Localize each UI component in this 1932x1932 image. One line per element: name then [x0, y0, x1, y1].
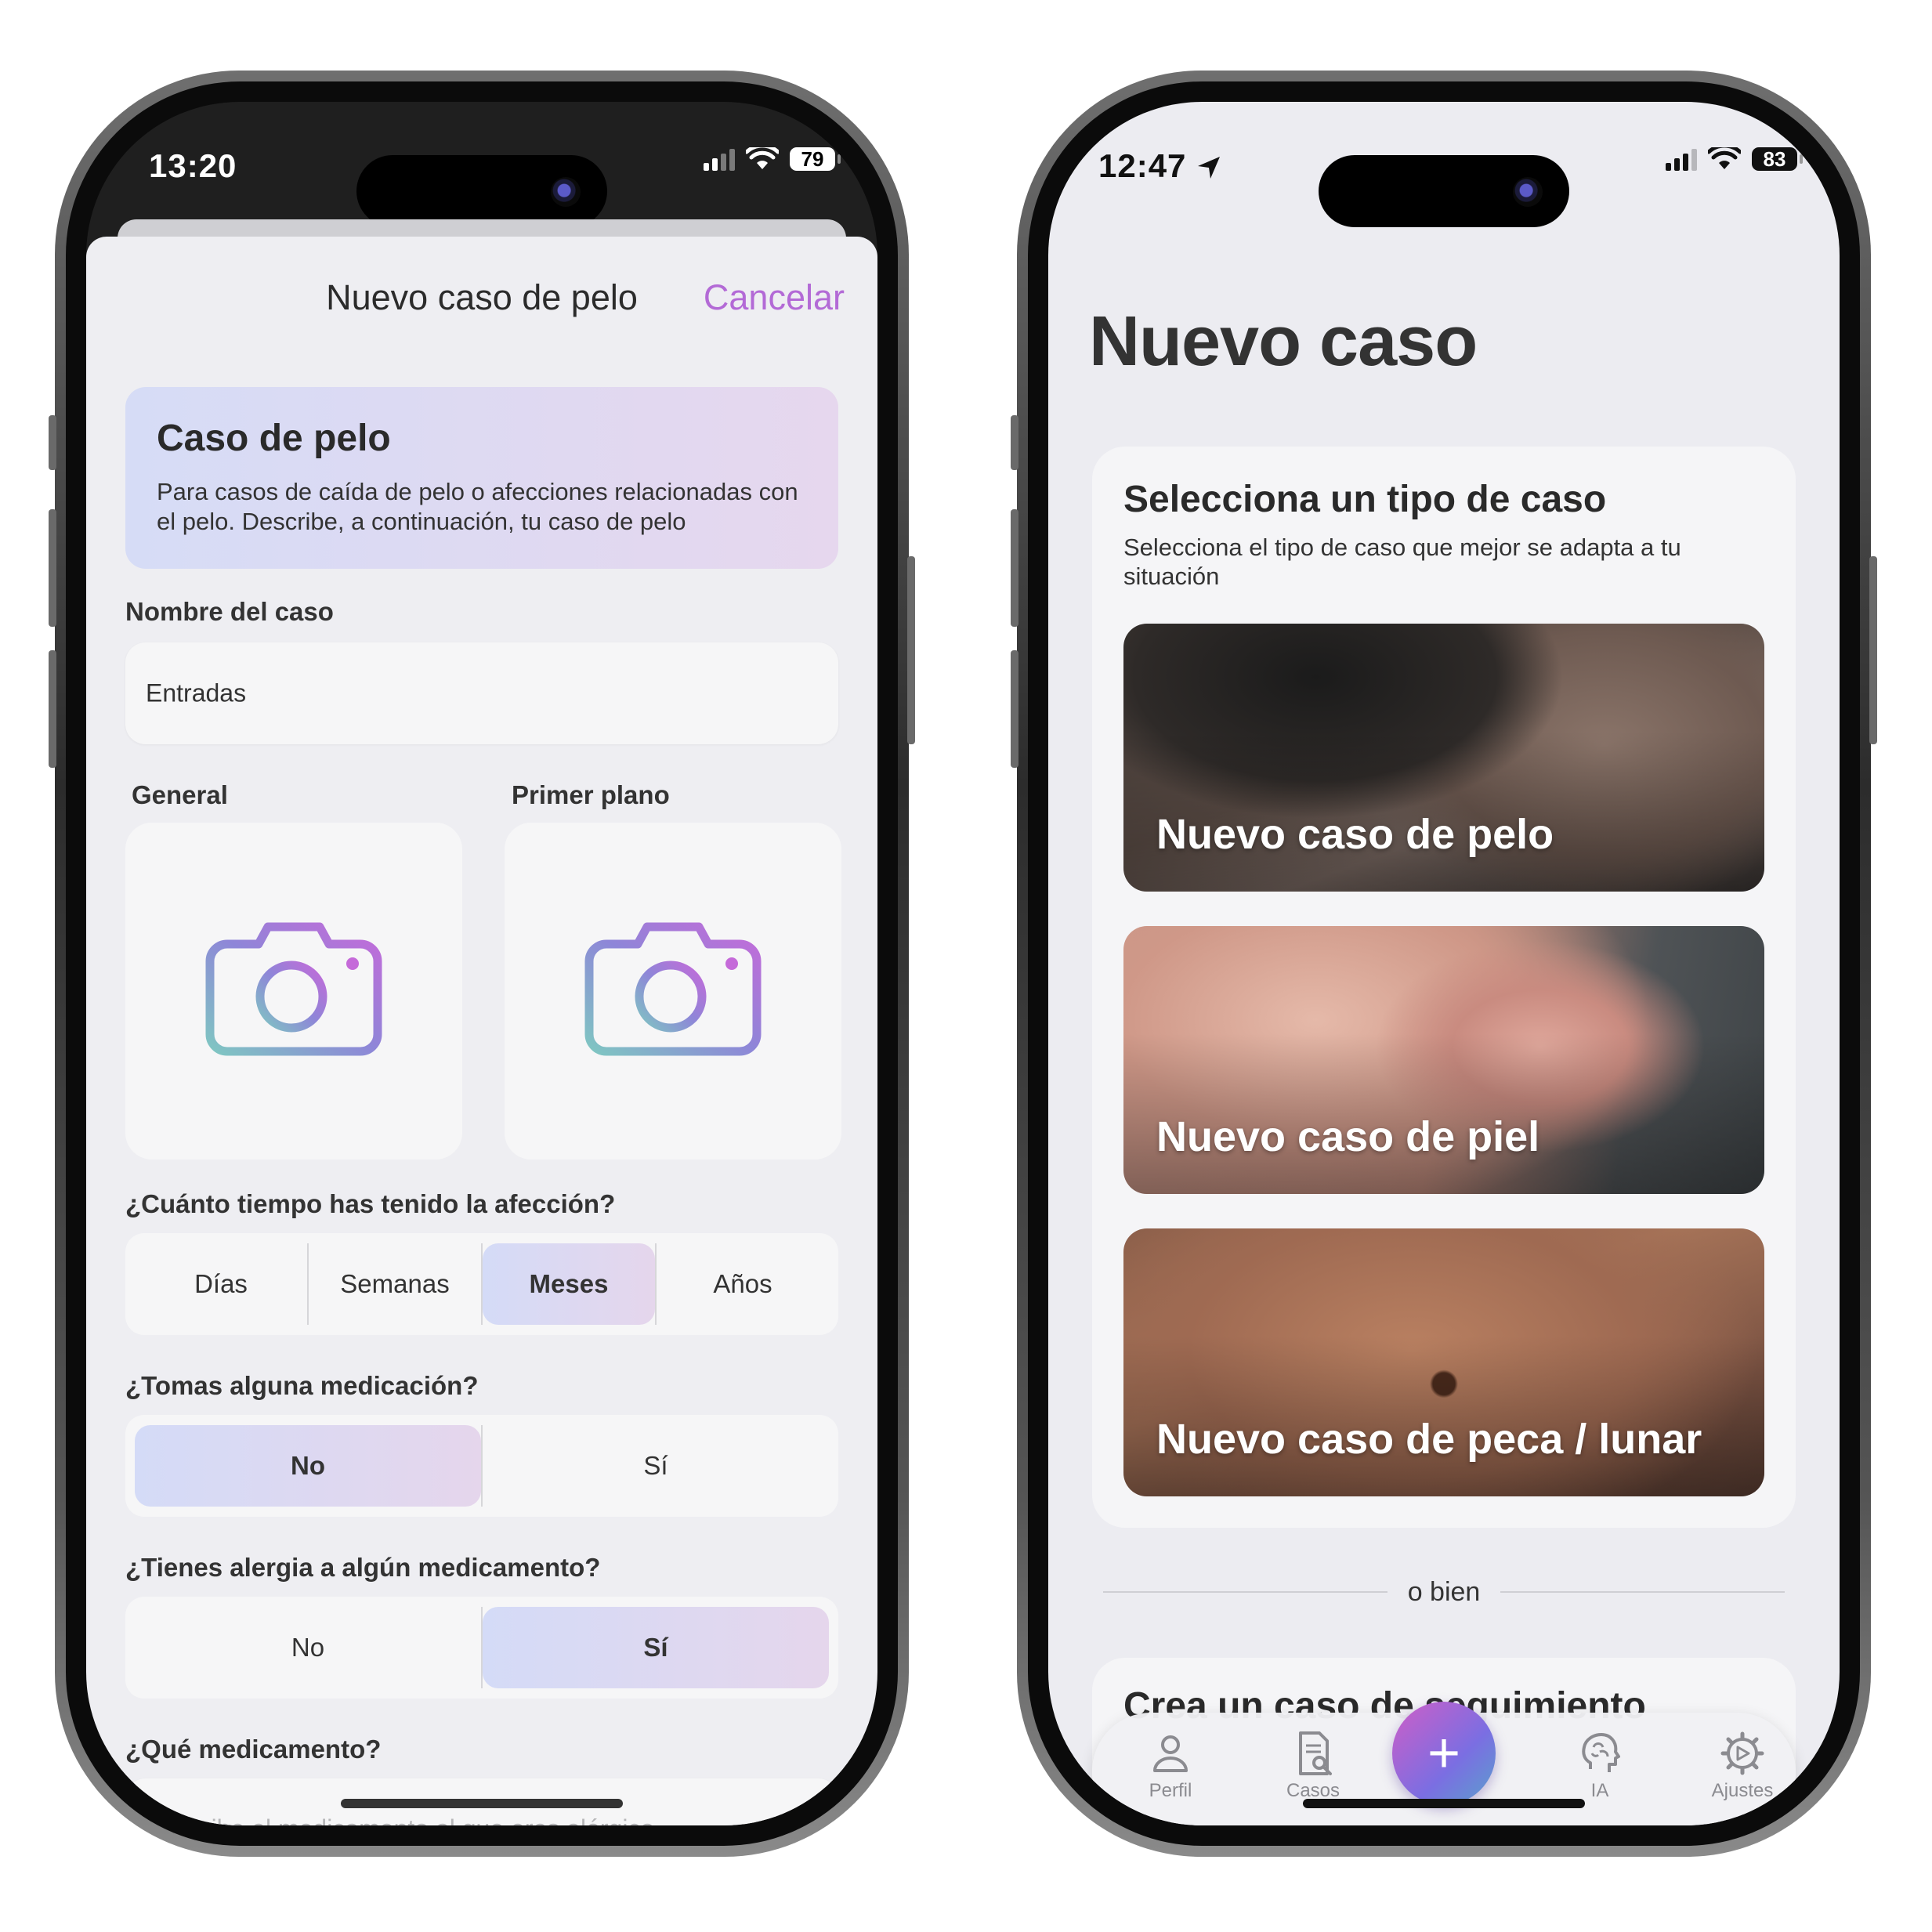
brain-icon [1582, 1733, 1620, 1772]
tab-bar: Perfil Casos + IA Ajustes [1092, 1702, 1797, 1825]
dynamic-island [1319, 155, 1569, 227]
allergy-question: ¿Tienes alergia a algún medicamento? [125, 1553, 601, 1582]
right-screen: 12:47 83 Nuevo caso Selecciona un tipo d… [1048, 102, 1840, 1825]
phone-left: 13:20 79 Nuevo caso de pelo Cancelar Cas… [49, 71, 915, 1857]
status-time: 13:20 [149, 147, 237, 184]
phone-right: 12:47 83 Nuevo caso Selecciona un tipo d… [1011, 71, 1877, 1857]
closeup-photo-picker[interactable] [505, 823, 841, 1160]
tab-ia[interactable]: IA [1545, 1730, 1655, 1802]
medication-question: ¿Tomas alguna medicación? [125, 1371, 479, 1400]
status-bar: 13:20 79 [86, 102, 877, 227]
location-arrow-icon [1198, 157, 1221, 179]
info-title: Caso de pelo [157, 418, 391, 459]
case-type-subtitle: Selecciona el tipo de caso que mejor se … [1123, 534, 1681, 590]
signal-icon [704, 147, 735, 171]
info-card: Caso de pelo Para casos de caída de pelo… [125, 387, 838, 569]
duration-option-days[interactable]: Días [135, 1243, 307, 1325]
status-time: 12:47 [1098, 147, 1221, 185]
duration-question: ¿Cuánto tiempo has tenido la afección? [125, 1189, 616, 1218]
page-title: Nuevo caso [1089, 302, 1478, 381]
person-icon [1153, 1735, 1188, 1772]
camera-icon [205, 922, 382, 1056]
case-type-title: Selecciona un tipo de caso [1123, 479, 1607, 520]
case-name-value: Entradas [146, 678, 247, 707]
medication-segmented-control: No Sí [125, 1415, 838, 1517]
tab-perfil[interactable]: Perfil [1116, 1730, 1225, 1802]
or-divider-text: o bien [1407, 1576, 1481, 1607]
hair-case-label: Nuevo caso de pelo [1156, 811, 1554, 858]
allergy-option-no[interactable]: No [135, 1607, 481, 1688]
cancel-button[interactable]: Cancelar [704, 277, 845, 318]
dynamic-island [356, 155, 607, 227]
info-description: Para casos de caída de pelo o afecciones… [157, 478, 798, 535]
wifi-icon [746, 147, 779, 169]
duration-option-weeks[interactable]: Semanas [309, 1243, 481, 1325]
allergy-option-yes[interactable]: Sí [483, 1607, 829, 1688]
status-bar: 12:47 83 [1048, 102, 1840, 227]
closeup-photo-label: Primer plano [512, 780, 670, 809]
or-divider: o bien [1103, 1568, 1785, 1615]
case-name-label: Nombre del caso [125, 597, 334, 626]
camera-icon [584, 922, 762, 1056]
general-photo-picker[interactable] [125, 823, 462, 1160]
add-case-button[interactable]: + [1392, 1702, 1496, 1805]
case-type-card: Selecciona un tipo de caso Selecciona el… [1092, 447, 1796, 1528]
hair-case-button[interactable]: Nuevo caso de pelo [1123, 624, 1764, 892]
which-medication-placeholder: Describe el medicamento al que eres alér… [146, 1814, 654, 1825]
case-name-input[interactable]: Entradas [125, 642, 838, 744]
general-photo-label: General [132, 780, 228, 809]
allergy-segmented-control: No Sí [125, 1597, 838, 1699]
medication-option-yes[interactable]: Sí [483, 1425, 829, 1507]
tab-ajustes[interactable]: Ajustes [1688, 1730, 1797, 1802]
skin-case-label: Nuevo caso de piel [1156, 1113, 1540, 1160]
battery-icon: 79 [790, 147, 841, 171]
mole-case-label: Nuevo caso de peca / lunar [1156, 1416, 1702, 1463]
tab-casos[interactable]: Casos [1258, 1730, 1368, 1802]
left-screen: 13:20 79 Nuevo caso de pelo Cancelar Cas… [86, 102, 877, 1825]
new-hair-case-sheet: Nuevo caso de pelo Cancelar Caso de pelo… [86, 237, 877, 1825]
duration-segmented-control: Días Semanas Meses Años [125, 1233, 838, 1335]
mole-case-button[interactable]: Nuevo caso de peca / lunar [1123, 1228, 1764, 1496]
document-search-icon [1299, 1731, 1332, 1775]
gear-icon [1720, 1731, 1764, 1775]
home-indicator[interactable] [1303, 1799, 1585, 1808]
battery-icon: 83 [1752, 147, 1803, 171]
wifi-icon [1708, 147, 1741, 169]
duration-option-years[interactable]: Años [657, 1243, 829, 1325]
signal-icon [1666, 147, 1697, 171]
duration-option-months[interactable]: Meses [483, 1243, 655, 1325]
which-medication-question: ¿Qué medicamento? [125, 1735, 382, 1764]
skin-case-button[interactable]: Nuevo caso de piel [1123, 926, 1764, 1194]
medication-option-no[interactable]: No [135, 1425, 481, 1507]
home-indicator[interactable] [341, 1799, 623, 1808]
